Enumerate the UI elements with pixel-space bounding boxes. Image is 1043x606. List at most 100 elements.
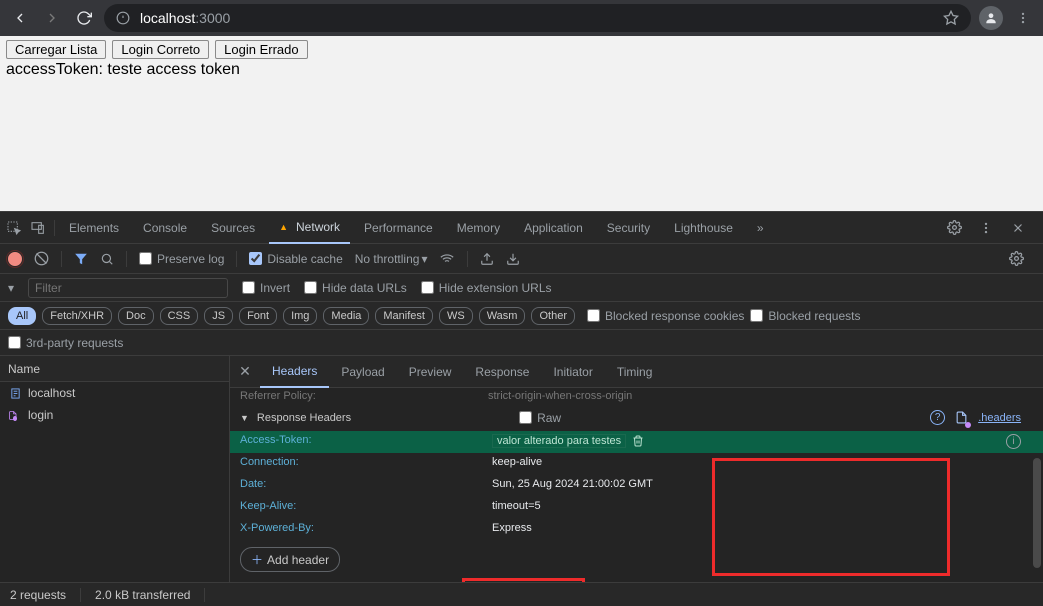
detail-tab-initiator[interactable]: Initiator: [541, 356, 604, 388]
settings-icon[interactable]: [947, 220, 967, 235]
request-row-login[interactable]: login: [0, 404, 229, 426]
record-button[interactable]: [8, 252, 22, 266]
add-header-button[interactable]: ＋ Add header: [240, 547, 340, 572]
invert-checkbox[interactable]: Invert: [242, 281, 290, 295]
type-doc[interactable]: Doc: [118, 307, 154, 325]
detail-tab-timing[interactable]: Timing: [605, 356, 665, 388]
page-button-login-correto[interactable]: Login Correto: [112, 40, 209, 59]
scrollbar[interactable]: [1033, 458, 1041, 568]
page-button-login-errado[interactable]: Login Errado: [215, 40, 307, 59]
info-icon[interactable]: i: [1006, 434, 1021, 449]
tab-console[interactable]: Console: [133, 212, 197, 244]
header-value-editable[interactable]: valor alterado para testes: [492, 434, 626, 448]
detail-close-button[interactable]: ✕: [230, 363, 260, 380]
devtools-tab-bar: Elements Console Sources Network Perform…: [0, 212, 1043, 244]
type-css[interactable]: CSS: [160, 307, 199, 325]
profile-avatar[interactable]: [979, 6, 1003, 30]
download-har-icon[interactable]: [506, 252, 520, 266]
page-button-carregar[interactable]: Carregar Lista: [6, 40, 106, 59]
page-body-text: accessToken: teste access token: [6, 61, 1037, 79]
search-icon[interactable]: [100, 252, 114, 266]
headers-file-link[interactable]: .headers: [978, 412, 1021, 424]
disable-cache-checkbox[interactable]: Disable cache: [249, 252, 342, 266]
network-toolbar: Preserve log Disable cache No throttling…: [0, 244, 1043, 274]
device-toggle-icon[interactable]: [30, 220, 50, 236]
plus-icon: ＋: [251, 551, 263, 568]
override-file-icon[interactable]: [955, 410, 968, 425]
network-conditions-icon[interactable]: [439, 252, 455, 266]
blocked-requests-checkbox[interactable]: Blocked requests: [750, 309, 860, 323]
request-label: login: [28, 408, 53, 422]
type-fetchxhr[interactable]: Fetch/XHR: [42, 307, 112, 325]
tab-security[interactable]: Security: [597, 212, 660, 244]
network-filter-bar: ▾ Invert Hide data URLs Hide extension U…: [0, 274, 1043, 302]
type-other[interactable]: Other: [531, 307, 575, 325]
status-transferred: 2.0 kB transferred: [95, 588, 190, 602]
devtools-close-icon[interactable]: [1011, 221, 1031, 235]
site-info-icon[interactable]: [116, 11, 130, 25]
network-settings-icon[interactable]: [1009, 251, 1029, 266]
reload-button[interactable]: [72, 6, 96, 30]
detail-tab-preview[interactable]: Preview: [397, 356, 464, 388]
type-ws[interactable]: WS: [439, 307, 473, 325]
tab-network[interactable]: Network: [269, 212, 350, 244]
filter-input[interactable]: [28, 278, 228, 298]
name-column-header[interactable]: Name: [0, 356, 229, 382]
tab-application[interactable]: Application: [514, 212, 593, 244]
trash-icon[interactable]: [632, 435, 644, 447]
tab-elements[interactable]: Elements: [59, 212, 129, 244]
bookmark-icon[interactable]: [943, 10, 959, 26]
tab-memory[interactable]: Memory: [447, 212, 510, 244]
header-value: Sun, 25 Aug 2024 21:00:02 GMT: [492, 478, 653, 490]
section-title: Response Headers: [257, 412, 351, 424]
upload-har-icon[interactable]: [480, 252, 494, 266]
tab-performance[interactable]: Performance: [354, 212, 443, 244]
preserve-log-checkbox[interactable]: Preserve log: [139, 252, 224, 266]
browser-menu-icon[interactable]: [1011, 6, 1035, 30]
request-list: Name localhost login: [0, 356, 230, 582]
third-party-checkbox[interactable]: 3rd-party requests: [8, 336, 123, 350]
tab-lighthouse[interactable]: Lighthouse: [664, 212, 743, 244]
type-manifest[interactable]: Manifest: [375, 307, 433, 325]
blocked-cookies-checkbox[interactable]: Blocked response cookies: [587, 309, 744, 323]
type-img[interactable]: Img: [283, 307, 317, 325]
detail-tab-response[interactable]: Response: [463, 356, 541, 388]
type-all[interactable]: All: [8, 307, 36, 325]
type-font[interactable]: Font: [239, 307, 277, 325]
hide-data-urls-checkbox[interactable]: Hide data URLs: [304, 281, 407, 295]
type-media[interactable]: Media: [323, 307, 369, 325]
detail-body: Referrer Policy: strict-origin-when-cros…: [230, 388, 1043, 582]
network-status-bar: 2 requests 2.0 kB transferred: [0, 582, 1043, 606]
detail-tab-headers[interactable]: Headers: [260, 356, 329, 388]
devtools-menu-icon[interactable]: [979, 221, 999, 235]
throttling-select[interactable]: No throttling ▾: [355, 252, 428, 266]
clear-icon[interactable]: [34, 251, 49, 266]
help-icon[interactable]: ?: [930, 410, 945, 425]
raw-checkbox[interactable]: Raw: [519, 411, 561, 425]
back-button[interactable]: [8, 6, 32, 30]
header-value: keep-alive: [492, 456, 542, 468]
forward-button[interactable]: [40, 6, 64, 30]
request-detail-pane: ✕ Headers Payload Preview Response Initi…: [230, 356, 1043, 582]
header-row-connection: Connection: keep-alive: [230, 453, 1043, 475]
filter-funnel-icon[interactable]: [74, 252, 88, 266]
address-bar[interactable]: localhost:3000: [104, 4, 971, 32]
detail-tab-payload[interactable]: Payload: [329, 356, 396, 388]
type-wasm[interactable]: Wasm: [479, 307, 526, 325]
header-name: X-Powered-By:: [240, 522, 488, 534]
url-host: localhost: [140, 10, 195, 26]
ghost-row: Referrer Policy: strict-origin-when-cros…: [230, 388, 1043, 404]
type-js[interactable]: JS: [204, 307, 233, 325]
response-headers-section[interactable]: ▼ Response Headers Raw ? .headers: [230, 404, 1043, 431]
devtools-panel: Elements Console Sources Network Perform…: [0, 211, 1043, 606]
tab-sources[interactable]: Sources: [201, 212, 265, 244]
request-row-localhost[interactable]: localhost: [0, 382, 229, 404]
hide-extension-urls-checkbox[interactable]: Hide extension URLs: [421, 281, 552, 295]
header-value: Express: [492, 522, 532, 534]
network-main: Name localhost login ✕ Headers Payload P…: [0, 356, 1043, 582]
url-port: :3000: [195, 10, 230, 26]
document-icon: [8, 387, 22, 399]
inspect-icon[interactable]: [6, 220, 26, 236]
more-tabs-icon[interactable]: »: [747, 212, 774, 244]
third-party-bar: 3rd-party requests: [0, 330, 1043, 356]
